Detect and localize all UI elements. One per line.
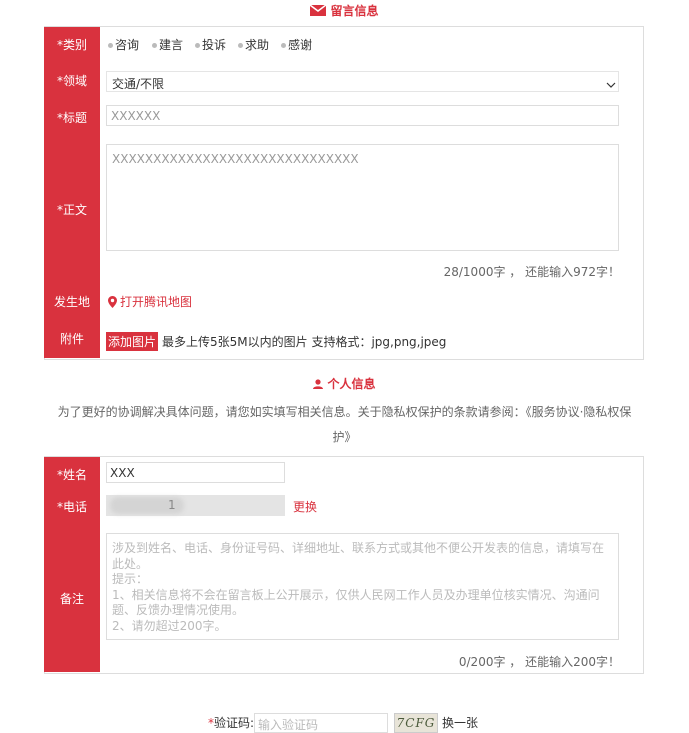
name-label: *姓名 xyxy=(56,468,87,482)
personal-label-column xyxy=(44,457,100,672)
body-textarea-value: XXXXXXXXXXXXXXXXXXXXXXXXXXXXXX xyxy=(112,152,359,166)
category-option-complain[interactable]: 投诉 xyxy=(195,36,226,53)
name-input[interactable]: XXX xyxy=(106,462,285,483)
category-option-thanks[interactable]: 感谢 xyxy=(281,36,312,53)
attachment-hint: 最多上传5张5M以内的图片 支持格式：jpg,png,jpeg xyxy=(162,335,447,349)
captcha-input-placeholder: 输入验证码 xyxy=(258,718,319,732)
captcha-label: *验证码: xyxy=(208,716,255,730)
remark-char-counter: 0/200字 ， 还能输入200字！ xyxy=(458,655,620,669)
map-pin-icon xyxy=(108,296,117,311)
remark-label: 备注 xyxy=(59,592,84,606)
category-option-help[interactable]: 求助 xyxy=(238,36,269,53)
change-phone-link[interactable]: 更换 xyxy=(293,498,317,515)
remark-placeholder-line: 1、相关信息将不会在留言板上公开展示，仅供人民网工作人员及办理单位核实情况、沟通… xyxy=(112,587,600,602)
remark-placeholder-line: 此处。 xyxy=(112,556,149,571)
category-radio-group: 咨询 建言 投诉 求助 感谢 xyxy=(108,36,408,52)
remark-placeholder-line: 题、反馈办理情况使用。 xyxy=(112,603,245,617)
phone-field-value: 1 xyxy=(168,498,176,512)
add-image-button[interactable]: 添加图片 xyxy=(106,332,159,351)
remark-placeholder-line: 提示： xyxy=(112,572,149,586)
captcha-label-text: 验证码: xyxy=(214,716,255,730)
open-map-link-text: 打开腾讯地图 xyxy=(120,295,193,309)
remark-textarea[interactable]: 涉及到姓名、电话、身份证号码、详细地址、联系方式或其他不便公开发表的信息，请填写… xyxy=(106,533,619,640)
captcha-image[interactable]: 7CFG xyxy=(394,713,438,733)
phone-field: 1 xyxy=(106,495,285,516)
remark-placeholder-line: 2、请勿超过200字。 xyxy=(112,618,227,633)
body-char-counter: 28/1000字 ， 还能输入972字！ xyxy=(443,265,620,279)
envelope-icon xyxy=(310,3,327,19)
user-icon xyxy=(313,378,324,392)
category-option-suggest[interactable]: 建言 xyxy=(152,36,183,53)
captcha-input[interactable]: 输入验证码 xyxy=(254,713,388,733)
message-section-title-text: 留言信息 xyxy=(330,4,379,18)
phone-label: *电话 xyxy=(56,500,87,514)
personal-section-title: 个人信息 xyxy=(0,375,689,392)
captcha-refresh-link[interactable]: 换一张 xyxy=(442,714,478,731)
category-option-consult[interactable]: 咨询 xyxy=(108,36,139,53)
attachment-label: 附件 xyxy=(59,332,84,346)
location-label: 发生地 xyxy=(53,295,90,309)
title-label: *标题 xyxy=(56,111,87,125)
body-textarea[interactable]: XXXXXXXXXXXXXXXXXXXXXXXXXXXXXX xyxy=(106,144,619,251)
category-label: *类别 xyxy=(56,38,87,52)
chevron-down-icon xyxy=(606,78,616,92)
title-input[interactable]: XXXXXX xyxy=(106,105,619,126)
remark-placeholder-line: 涉及到姓名、电话、身份证号码、详细地址、联系方式或其他不便公开发表的信息，请填写… xyxy=(112,541,605,555)
domain-select-value: 交通/不限 xyxy=(112,77,165,91)
title-input-value: XXXXXX xyxy=(111,109,161,123)
open-map-link[interactable]: 打开腾讯地图 xyxy=(108,293,192,311)
privacy-notice-line1: 为了更好的协调解决具体问题，请您如实填写相关信息。关于隐私权保护的条款请参阅：《… xyxy=(57,405,632,419)
domain-select[interactable]: 交通/不限 xyxy=(106,71,619,92)
domain-label: *领域 xyxy=(56,74,87,88)
body-label: *正文 xyxy=(56,203,87,217)
message-section-title: 留言信息 xyxy=(0,2,689,19)
privacy-notice-line2: 护》 xyxy=(332,430,357,444)
name-input-value: XXX xyxy=(110,466,135,480)
personal-section-title-text: 个人信息 xyxy=(327,377,376,391)
